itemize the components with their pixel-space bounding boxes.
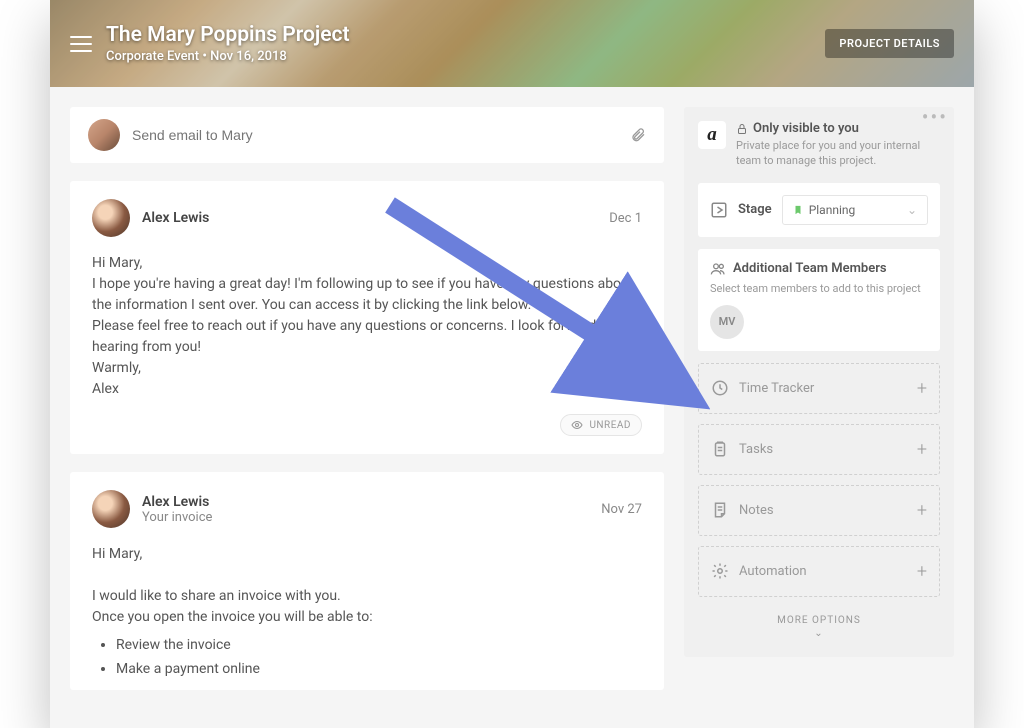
widget-tasks[interactable]: Tasks + (698, 424, 940, 475)
lock-icon (736, 123, 748, 135)
list-item: Make a payment online (116, 658, 642, 682)
team-member-chip[interactable]: MV (710, 305, 744, 339)
stage-icon (710, 201, 728, 219)
message-card: Alex Lewis Dec 1 Hi Mary, I hope you're … (70, 181, 664, 454)
team-title: Additional Team Members (733, 261, 887, 276)
gear-icon (711, 562, 729, 580)
chevron-down-icon: ⌄ (907, 203, 917, 217)
message-subject: Your invoice (142, 510, 212, 525)
stage-select[interactable]: Planning ⌄ (782, 195, 928, 225)
message-date: Nov 27 (601, 502, 642, 517)
visibility-desc: Private place for you and your internal … (736, 138, 940, 169)
compose-input[interactable] (120, 127, 630, 143)
project-title: The Mary Poppins Project (106, 23, 350, 47)
stage-value: Planning (809, 203, 856, 217)
unread-badge[interactable]: UNREAD (560, 414, 642, 436)
message-card: Alex Lewis Your invoice Nov 27 Hi Mary, … (70, 472, 664, 690)
project-sidebar: ••• a Only visible to you Private place … (684, 107, 954, 657)
message-body: Hi Mary, I would like to share an invoic… (92, 544, 642, 628)
widget-label: Automation (739, 564, 807, 579)
avatar (88, 119, 120, 151)
more-options-button[interactable]: MORE OPTIONS ⌄ (698, 607, 940, 643)
visibility-notice: a Only visible to you Private place for … (698, 121, 940, 169)
plus-icon: + (917, 378, 927, 399)
eye-icon (571, 419, 583, 431)
message-list: Review the invoice Make a payment online (116, 634, 642, 682)
list-item: Review the invoice (116, 634, 642, 658)
compose-row (70, 107, 664, 163)
plus-icon: + (917, 561, 927, 582)
paperclip-icon[interactable] (630, 127, 646, 143)
more-menu-icon[interactable]: ••• (922, 105, 948, 129)
widget-time-tracker[interactable]: Time Tracker + (698, 363, 940, 414)
message-author: Alex Lewis (142, 494, 212, 510)
clock-icon (711, 379, 729, 397)
stage-block: Stage Planning ⌄ (698, 183, 940, 237)
users-icon (710, 261, 726, 277)
plus-icon: + (917, 500, 927, 521)
menu-icon[interactable] (70, 36, 92, 52)
project-header: The Mary Poppins Project Corporate Event… (50, 0, 974, 87)
visibility-title: Only visible to you (753, 121, 859, 136)
widget-label: Tasks (739, 442, 773, 457)
message-body: Hi Mary, I hope you're having a great da… (92, 253, 642, 400)
workspace-logo: a (698, 121, 726, 149)
unread-label: UNREAD (589, 420, 631, 431)
more-options-label: MORE OPTIONS (777, 615, 861, 626)
widget-notes[interactable]: Notes + (698, 485, 940, 536)
team-block: Additional Team Members Select team memb… (698, 249, 940, 351)
message-author: Alex Lewis (142, 210, 209, 226)
stage-label: Stage (738, 202, 772, 217)
team-desc: Select team members to add to this proje… (710, 282, 928, 295)
project-subtitle: Corporate Event • Nov 16, 2018 (106, 49, 350, 64)
avatar (92, 199, 130, 237)
clipboard-icon (711, 440, 729, 458)
activity-feed: Alex Lewis Dec 1 Hi Mary, I hope you're … (70, 107, 664, 708)
plus-icon: + (917, 439, 927, 460)
widget-label: Notes (739, 503, 774, 518)
chevron-down-icon: ⌄ (698, 628, 940, 639)
note-icon (711, 501, 729, 519)
bookmark-icon (793, 205, 803, 215)
message-date: Dec 1 (609, 211, 642, 226)
avatar (92, 490, 130, 528)
widget-label: Time Tracker (739, 381, 814, 396)
widget-automation[interactable]: Automation + (698, 546, 940, 597)
project-details-button[interactable]: PROJECT DETAILS (825, 29, 954, 58)
